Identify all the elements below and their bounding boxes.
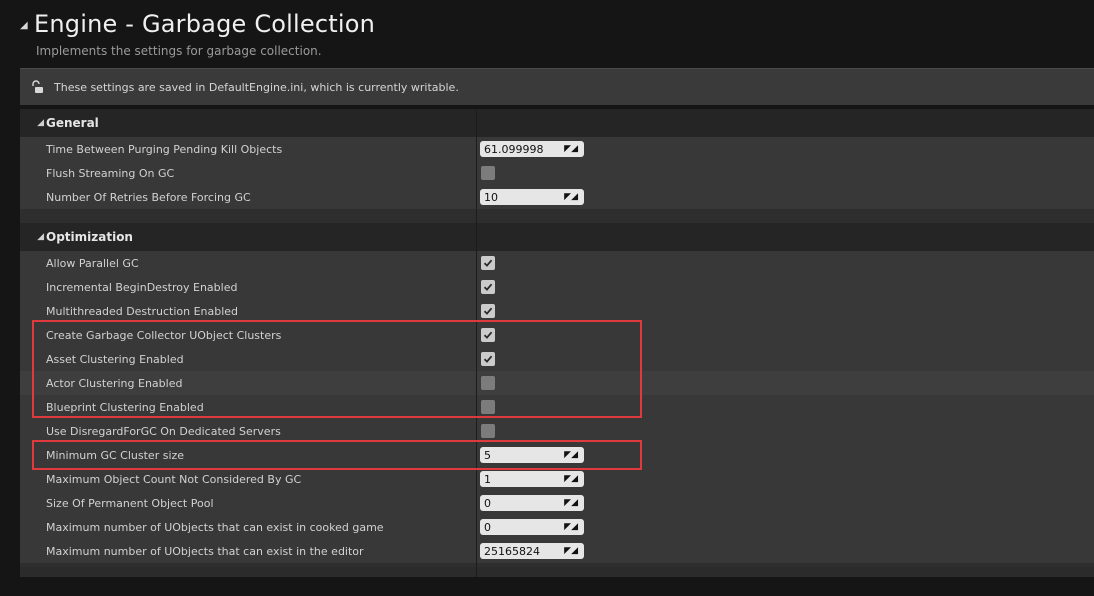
- number-value: 0: [484, 520, 491, 534]
- number-value: 5: [484, 448, 491, 462]
- blueprint-clustering-checkbox[interactable]: [481, 400, 495, 414]
- spin-arrows-icon[interactable]: ◤◢: [564, 192, 578, 202]
- row-actor-clustering: Actor Clustering Enabled: [20, 371, 1094, 395]
- number-value: 10: [484, 190, 498, 204]
- create-gc-clusters-checkbox[interactable]: [481, 328, 495, 342]
- page-title: Engine - Garbage Collection: [34, 10, 376, 38]
- check-icon: [483, 283, 493, 291]
- max-object-count-input[interactable]: 1 ◤◢: [480, 471, 584, 487]
- permanent-object-pool-input[interactable]: 0 ◤◢: [480, 495, 584, 511]
- row-max-object-count: Maximum Object Count Not Considered By G…: [20, 467, 1094, 491]
- spin-arrows-icon[interactable]: ◤◢: [564, 498, 578, 508]
- chevron-down-icon: ◢: [37, 118, 44, 128]
- page-subtitle: Implements the settings for garbage coll…: [36, 44, 322, 58]
- row-max-uobjects-cooked: Maximum number of UObjects that can exis…: [20, 515, 1094, 539]
- number-value: 61.099998: [484, 142, 544, 156]
- max-uobjects-cooked-input[interactable]: 0 ◤◢: [480, 519, 584, 535]
- allow-parallel-gc-checkbox[interactable]: [481, 256, 495, 270]
- number-value: 1: [484, 472, 491, 486]
- number-value: 25165824: [484, 544, 540, 558]
- config-notice: These settings are saved in DefaultEngin…: [20, 68, 1094, 105]
- property-label: Maximum number of UObjects that can exis…: [46, 544, 364, 558]
- property-label: Allow Parallel GC: [46, 256, 139, 270]
- spin-arrows-icon[interactable]: ◤◢: [564, 546, 578, 556]
- property-label: Create Garbage Collector UObject Cluster…: [46, 328, 282, 342]
- property-label: Asset Clustering Enabled: [46, 352, 184, 366]
- row-max-uobjects-editor: Maximum number of UObjects that can exis…: [20, 539, 1094, 563]
- row-disregard-for-gc: Use DisregardForGC On Dedicated Servers: [20, 419, 1094, 443]
- row-permanent-object-pool: Size Of Permanent Object Pool 0 ◤◢: [20, 491, 1094, 515]
- row-flush-streaming: Flush Streaming On GC: [20, 161, 1094, 185]
- property-label: Maximum number of UObjects that can exis…: [46, 520, 384, 534]
- check-icon: [483, 355, 493, 363]
- property-label: Flush Streaming On GC: [46, 166, 175, 180]
- section-label-optimization: Optimization: [46, 230, 133, 244]
- row-number-of-retries: Number Of Retries Before Forcing GC 10 ◤…: [20, 185, 1094, 209]
- settings-panel: ◢ General Time Between Purging Pending K…: [20, 109, 1094, 577]
- row-blueprint-clustering: Blueprint Clustering Enabled: [20, 395, 1094, 419]
- property-label: Use DisregardForGC On Dedicated Servers: [46, 424, 281, 438]
- row-allow-parallel-gc: Allow Parallel GC: [20, 251, 1094, 275]
- collapse-arrow-icon[interactable]: ◢: [20, 20, 34, 31]
- unlock-icon: [20, 80, 54, 94]
- property-label: Minimum GC Cluster size: [46, 448, 185, 462]
- disregard-for-gc-checkbox[interactable]: [481, 424, 495, 438]
- property-label: Number Of Retries Before Forcing GC: [46, 190, 251, 204]
- check-icon: [483, 307, 493, 315]
- section-spacer: [20, 209, 1094, 223]
- check-icon: [483, 259, 493, 267]
- row-multithreaded-destruction: Multithreaded Destruction Enabled: [20, 299, 1094, 323]
- row-time-between-purging: Time Between Purging Pending Kill Object…: [20, 137, 1094, 161]
- actor-clustering-checkbox[interactable]: [481, 376, 495, 390]
- spin-arrows-icon[interactable]: ◤◢: [564, 450, 578, 460]
- spin-arrows-icon[interactable]: ◤◢: [564, 474, 578, 484]
- property-label: Size Of Permanent Object Pool: [46, 496, 214, 510]
- check-icon: [483, 331, 493, 339]
- title-row: ◢ Engine - Garbage Collection: [20, 8, 375, 40]
- max-uobjects-editor-input[interactable]: 25165824 ◤◢: [480, 543, 584, 559]
- chevron-down-icon: ◢: [37, 232, 44, 242]
- time-between-purging-input[interactable]: 61.099998 ◤◢: [480, 141, 584, 157]
- spin-arrows-icon[interactable]: ◤◢: [564, 144, 578, 154]
- panel-footer: [20, 567, 1094, 577]
- multithreaded-destruction-checkbox[interactable]: [481, 304, 495, 318]
- row-create-gc-clusters: Create Garbage Collector UObject Cluster…: [20, 323, 1094, 347]
- row-incremental-begindestroy: Incremental BeginDestroy Enabled: [20, 275, 1094, 299]
- min-gc-cluster-size-input[interactable]: 5 ◤◢: [480, 447, 584, 463]
- incremental-begindestroy-checkbox[interactable]: [481, 280, 495, 294]
- property-label: Multithreaded Destruction Enabled: [46, 304, 239, 318]
- number-value: 0: [484, 496, 491, 510]
- spin-arrows-icon[interactable]: ◤◢: [564, 522, 578, 532]
- property-label: Actor Clustering Enabled: [46, 376, 183, 390]
- property-label: Blueprint Clustering Enabled: [46, 400, 204, 414]
- section-header-general[interactable]: ◢ General: [20, 109, 1094, 137]
- flush-streaming-checkbox[interactable]: [481, 166, 495, 180]
- asset-clustering-checkbox[interactable]: [481, 352, 495, 366]
- property-label: Time Between Purging Pending Kill Object…: [46, 142, 283, 156]
- row-asset-clustering: Asset Clustering Enabled: [20, 347, 1094, 371]
- property-label: Maximum Object Count Not Considered By G…: [46, 472, 302, 486]
- row-min-gc-cluster-size: Minimum GC Cluster size 5 ◤◢: [20, 443, 1094, 467]
- section-header-optimization[interactable]: ◢ Optimization: [20, 223, 1094, 251]
- property-label: Incremental BeginDestroy Enabled: [46, 280, 238, 294]
- section-label-general: General: [46, 116, 99, 130]
- column-divider[interactable]: [476, 109, 477, 577]
- number-of-retries-input[interactable]: 10 ◤◢: [480, 189, 584, 205]
- notice-text: These settings are saved in DefaultEngin…: [54, 80, 459, 94]
